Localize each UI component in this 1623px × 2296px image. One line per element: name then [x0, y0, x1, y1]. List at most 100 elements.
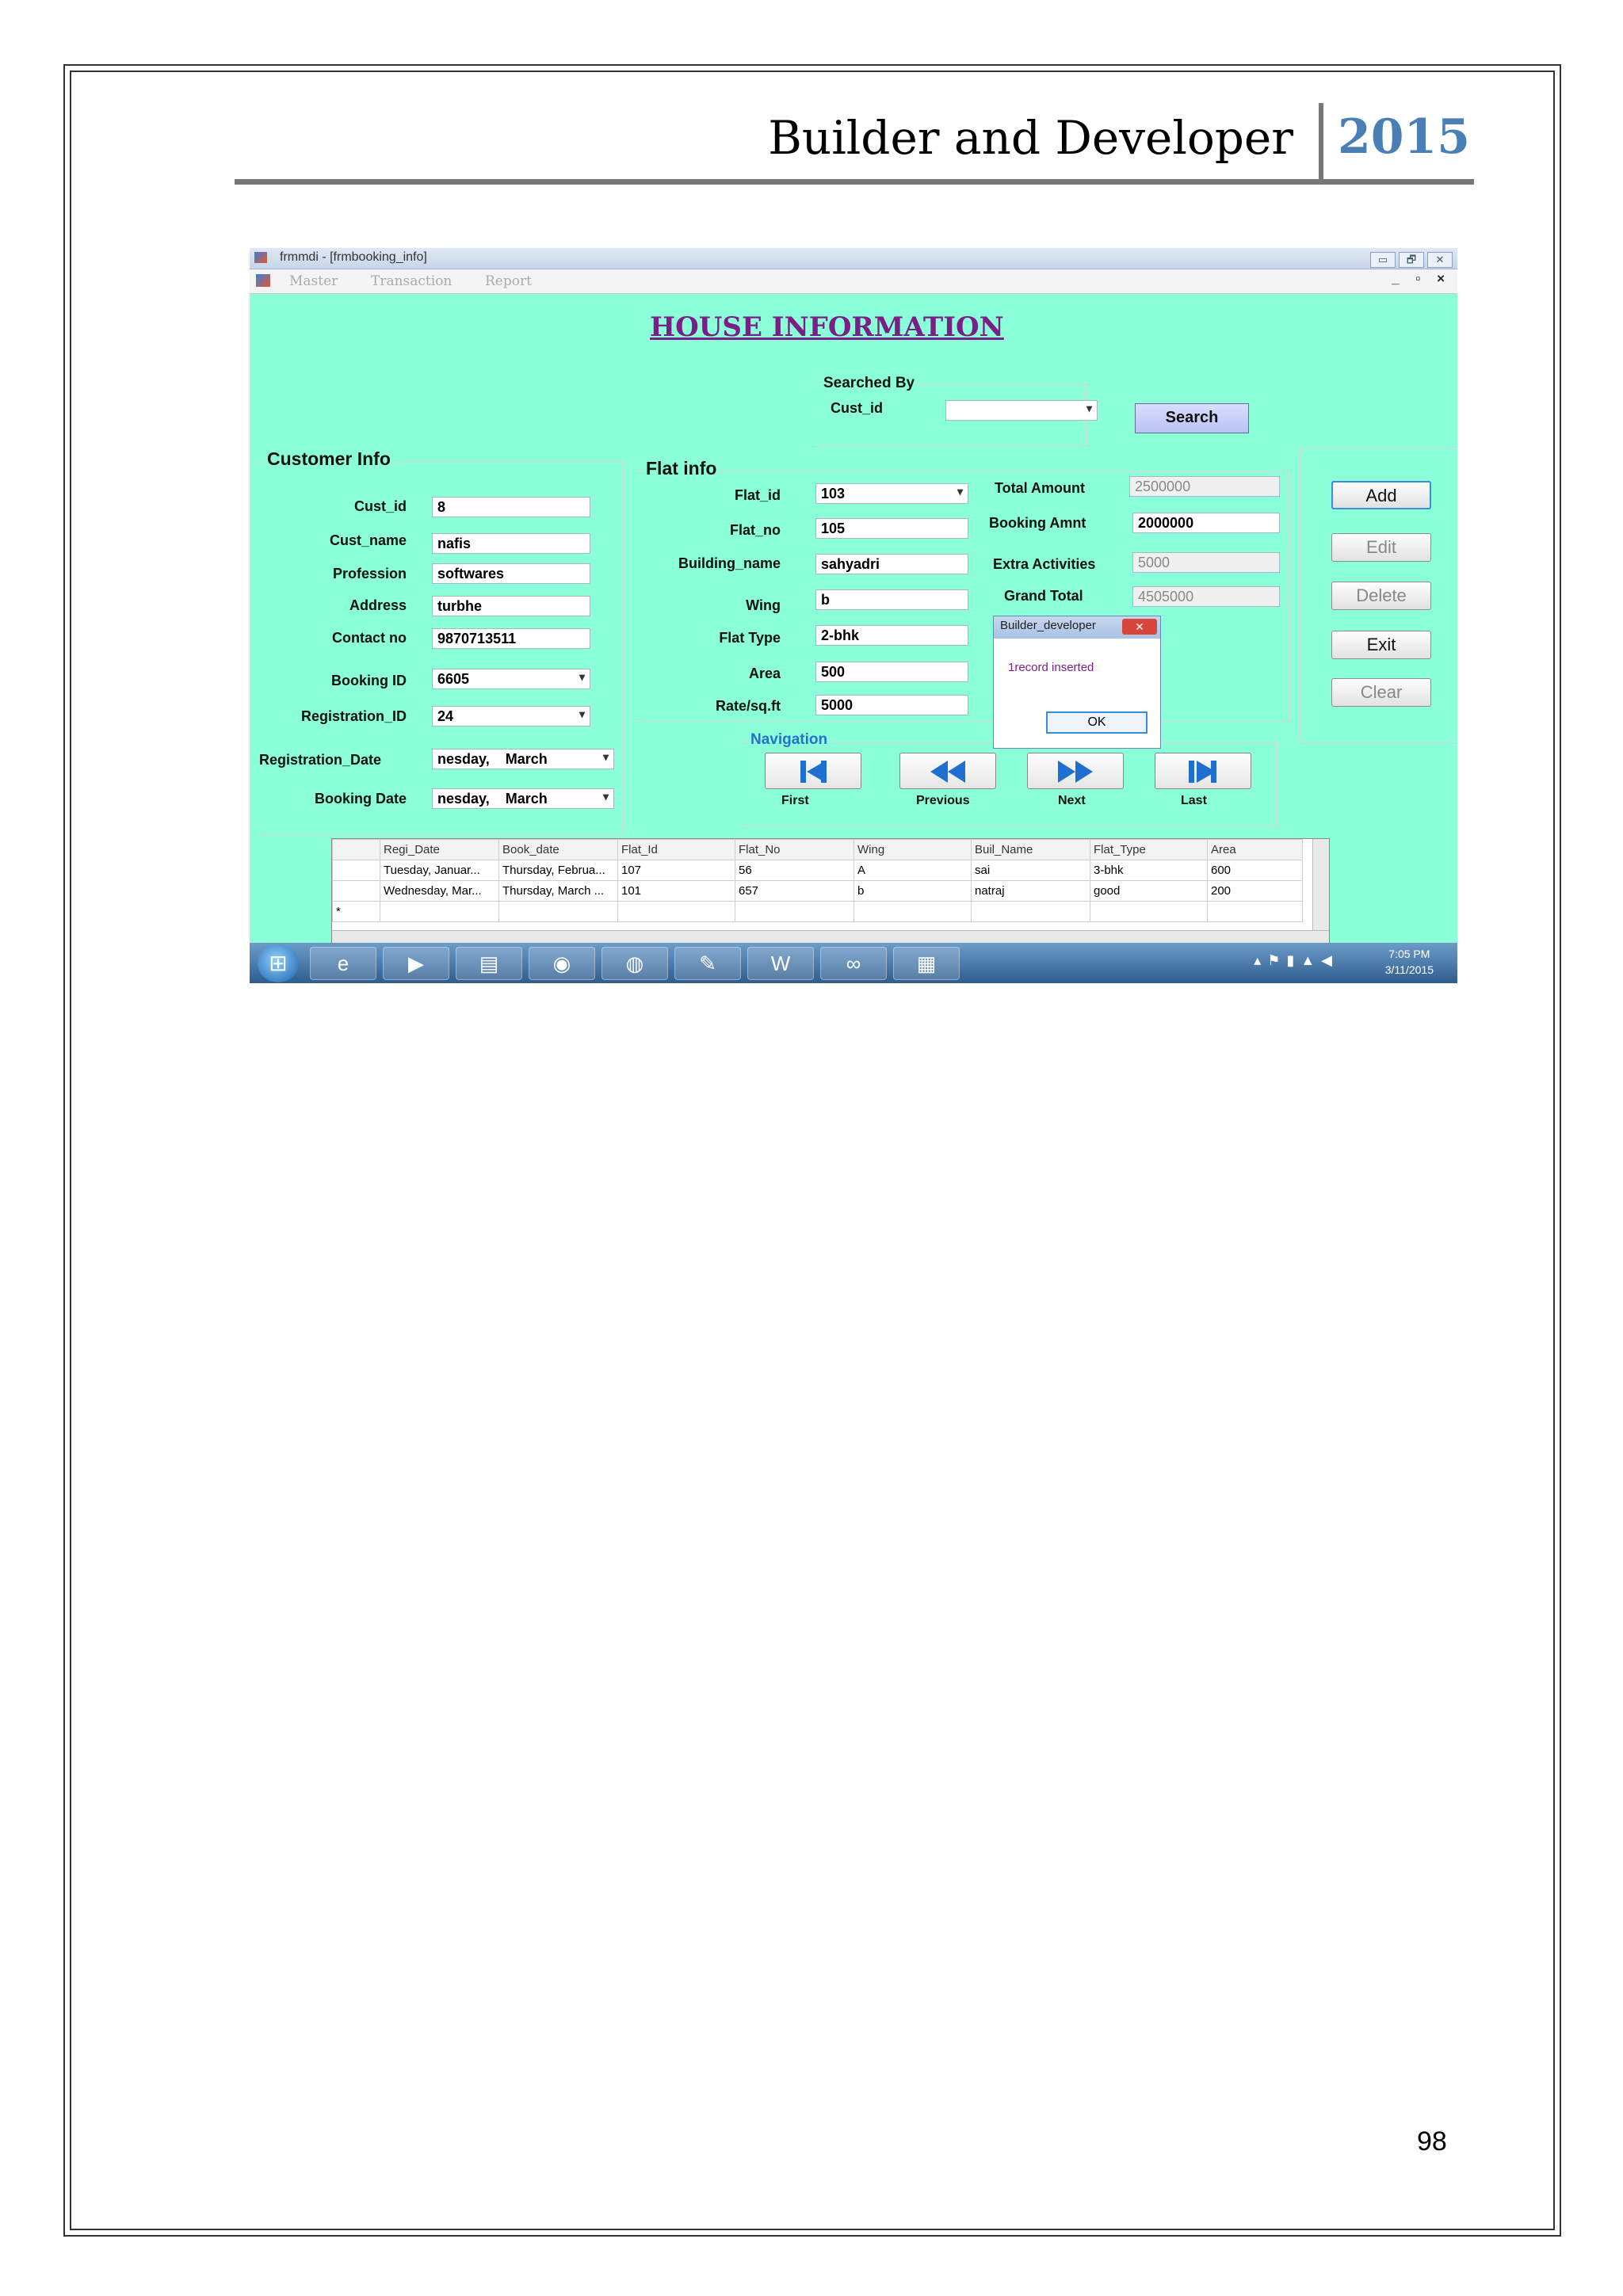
first-button[interactable]	[765, 753, 861, 789]
table-cell[interactable]: Wednesday, Mar...	[380, 880, 499, 902]
grid-vertical-scrollbar[interactable]	[1312, 839, 1329, 933]
wing-field[interactable]: b	[815, 589, 968, 610]
menu-transaction[interactable]: Transaction	[371, 273, 452, 289]
table-row[interactable]: Tuesday, Januar... Thursday, Februa... 1…	[332, 860, 1303, 881]
flat-no-field[interactable]: 105	[815, 518, 968, 539]
table-cell[interactable]: natraj	[971, 880, 1090, 902]
booking-date-picker[interactable]: nesday, March ▾	[432, 788, 614, 809]
cust-id-field[interactable]: 8	[432, 497, 590, 517]
profession-field[interactable]: softwares	[432, 563, 590, 584]
taskbar-clock[interactable]: 7:05 PM 3/11/2015	[1385, 946, 1434, 978]
restore-button[interactable]: 🗗	[1399, 252, 1424, 268]
paint-icon[interactable]: ✎	[674, 947, 741, 980]
next-button[interactable]	[1027, 753, 1124, 789]
table-cell[interactable]: 200	[1207, 880, 1303, 902]
last-button[interactable]	[1155, 753, 1251, 789]
table-cell[interactable]: 600	[1207, 860, 1303, 881]
menu-master[interactable]: Master	[289, 273, 338, 289]
next-icon	[1058, 761, 1093, 783]
flat-info-label: Flat info	[643, 458, 720, 479]
edit-button[interactable]: Edit	[1331, 533, 1431, 562]
area-field[interactable]: 500	[815, 662, 968, 682]
previous-label: Previous	[916, 794, 970, 807]
next-label: Next	[1058, 794, 1086, 807]
flat-id-label: Flat_id	[734, 487, 781, 503]
column-header[interactable]: Buil_Name	[971, 839, 1090, 860]
records-grid[interactable]: Regi_Date Book_date Flat_Id Flat_No Wing…	[331, 838, 1330, 948]
booking-amnt-field[interactable]: 2000000	[1132, 513, 1280, 533]
search-cust-id-dropdown[interactable]: ▾	[945, 400, 1098, 421]
total-amount-field[interactable]: 2500000	[1129, 476, 1280, 497]
table-row[interactable]: Wednesday, Mar... Thursday, March ... 10…	[332, 880, 1303, 902]
menu-report[interactable]: Report	[485, 273, 532, 289]
page-number: 98	[1417, 2126, 1447, 2157]
table-cell[interactable]: b	[854, 880, 972, 902]
flat-id-dropdown[interactable]: 103 ▾	[815, 483, 968, 504]
window-title: frmmdi - [frmbooking_info]	[280, 250, 427, 264]
table-cell[interactable]: 101	[617, 880, 735, 902]
word-icon[interactable]: W	[747, 947, 814, 980]
chevron-down-icon: ▾	[1086, 402, 1092, 414]
table-cell[interactable]: A	[854, 860, 972, 881]
registration-date-label: Registration_Date	[259, 752, 382, 768]
firefox-icon[interactable]: ◉	[529, 947, 595, 980]
start-button[interactable]: ⊞	[258, 944, 299, 982]
rate-sqft-field[interactable]: 5000	[815, 695, 968, 715]
contact-no-field[interactable]: 9870713511	[432, 628, 590, 649]
table-cell[interactable]: 657	[735, 880, 854, 902]
table-cell[interactable]: Thursday, March ...	[498, 880, 618, 902]
flat-type-label: Flat Type	[719, 630, 781, 646]
folder-icon[interactable]: ▤	[456, 947, 522, 980]
column-header[interactable]: Book_date	[498, 839, 618, 860]
search-button[interactable]: Search	[1135, 403, 1249, 433]
grand-total-field[interactable]: 4505000	[1132, 586, 1280, 607]
new-row[interactable]: *	[332, 901, 1303, 922]
ie-icon[interactable]: e	[310, 947, 376, 980]
table-cell[interactable]: 56	[735, 860, 854, 881]
mdi-child-controls[interactable]: _ ▫ ×	[1392, 271, 1451, 287]
booking-id-dropdown[interactable]: 6605 ▾	[432, 669, 590, 689]
column-header[interactable]: Regi_Date	[380, 839, 499, 860]
registration-date-picker[interactable]: nesday, March ▾	[432, 749, 614, 769]
media-player-icon[interactable]: ▶	[383, 947, 449, 980]
system-tray-icons[interactable]: ▴⚑▮▲◀	[1254, 952, 1338, 969]
window-controls: ▭ 🗗 ✕	[1367, 250, 1453, 268]
column-header[interactable]: Flat_Type	[1090, 839, 1208, 860]
flat-type-field[interactable]: 2-bhk	[815, 625, 968, 646]
column-header[interactable]: Flat_Id	[617, 839, 735, 860]
table-cell[interactable]: Thursday, Februa...	[498, 860, 618, 881]
form-title: HOUSE INFORMATION	[650, 311, 1004, 343]
exit-button[interactable]: Exit	[1331, 631, 1431, 659]
extra-activities-field[interactable]: 5000	[1132, 552, 1280, 573]
app-window-icon[interactable]: ▦	[893, 947, 960, 980]
chrome-icon[interactable]: ◍	[601, 947, 668, 980]
cust-name-field[interactable]: nafis	[432, 533, 590, 554]
table-cell[interactable]: 107	[617, 860, 735, 881]
delete-button[interactable]: Delete	[1331, 582, 1431, 610]
table-cell[interactable]: good	[1090, 880, 1208, 902]
column-header[interactable]: Flat_No	[735, 839, 854, 860]
app-screenshot: frmmdi - [frmbooking_info] ▭ 🗗 ✕ Master Tr…	[250, 248, 1457, 983]
registration-id-dropdown[interactable]: 24 ▾	[432, 706, 590, 727]
dialog-ok-button[interactable]: OK	[1046, 711, 1148, 734]
table-cell[interactable]: sai	[971, 860, 1090, 881]
registration-id-label: Registration_ID	[300, 708, 407, 724]
last-label: Last	[1181, 794, 1207, 807]
column-header[interactable]: Area	[1207, 839, 1303, 860]
add-button[interactable]: Add	[1331, 481, 1431, 509]
building-name-field[interactable]: sahyadri	[815, 554, 968, 574]
previous-button[interactable]	[899, 753, 996, 789]
table-cell[interactable]: Tuesday, Januar...	[380, 860, 499, 881]
address-field[interactable]: turbhe	[432, 596, 590, 616]
header-year: 2015	[1338, 109, 1470, 165]
table-cell[interactable]: 3-bhk	[1090, 860, 1208, 881]
clear-button[interactable]: Clear	[1331, 678, 1431, 707]
dialog-close-button[interactable]: ✕	[1122, 619, 1157, 635]
clock-time: 7:05 PM	[1388, 948, 1430, 960]
flat-no-label: Flat_no	[729, 522, 781, 538]
close-button[interactable]: ✕	[1427, 252, 1453, 268]
chevron-down-icon: ▾	[602, 750, 609, 763]
visual-studio-icon[interactable]: ∞	[820, 947, 887, 980]
column-header[interactable]: Wing	[854, 839, 972, 860]
minimize-button[interactable]: ▭	[1370, 252, 1396, 268]
